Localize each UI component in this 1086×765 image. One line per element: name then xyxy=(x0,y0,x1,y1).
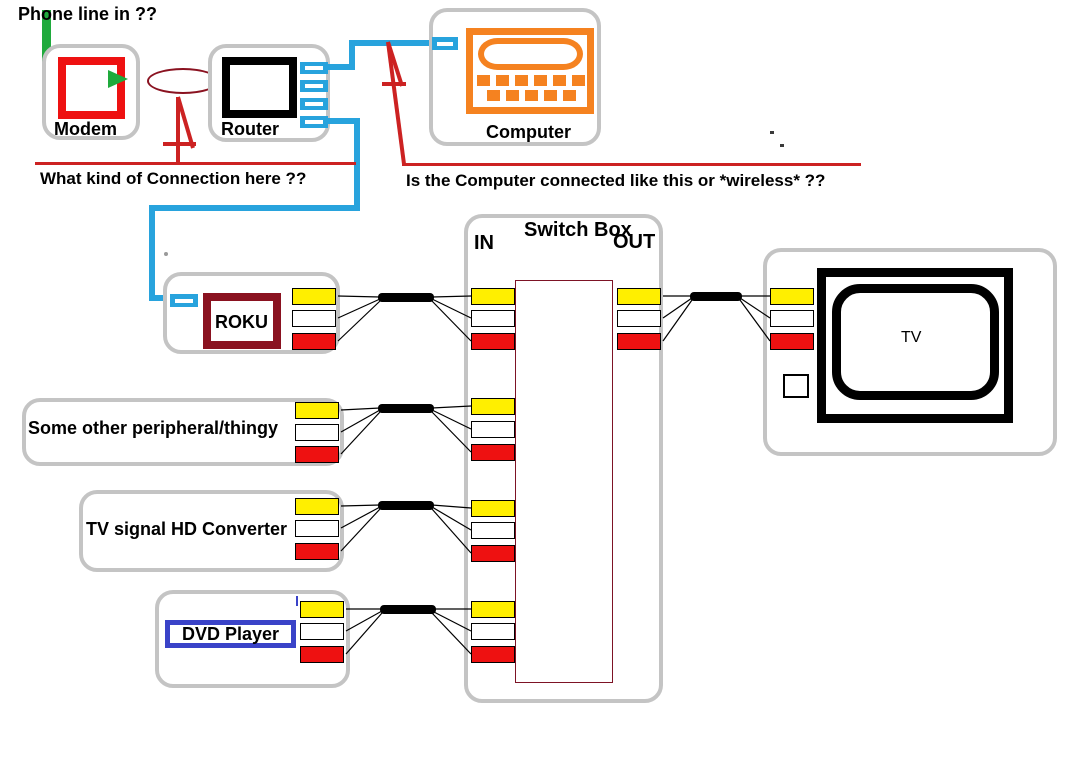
converter-jack-red[interactable] xyxy=(295,543,339,560)
switch-box-in-label: IN xyxy=(474,232,494,254)
ethernet-router-to-computer-seg3 xyxy=(349,40,439,46)
modem-label: Modem xyxy=(54,119,117,139)
av-strand xyxy=(345,610,383,632)
speck-mark xyxy=(164,252,168,256)
roku-ethernet-port[interactable] xyxy=(170,294,198,307)
peripheral-jack-white[interactable] xyxy=(295,424,339,441)
switch-box-inner-panel xyxy=(515,280,613,683)
phone-line-label: Phone line in ?? xyxy=(18,4,157,24)
computer-key xyxy=(477,75,490,86)
av-strand xyxy=(662,297,693,319)
computer-key xyxy=(496,75,509,86)
av-strand xyxy=(345,612,383,655)
roku-jack-white[interactable] xyxy=(292,310,336,327)
av-strand xyxy=(340,407,381,411)
av-cable-bundle-converter xyxy=(378,501,434,510)
dvd-jack-white[interactable] xyxy=(300,623,344,640)
av-strand xyxy=(340,504,381,507)
router-label: Router xyxy=(221,119,279,139)
computer-key xyxy=(487,90,500,101)
av-strand xyxy=(340,508,381,552)
av-strand xyxy=(340,409,381,433)
av-cable-bundle-peripheral xyxy=(378,404,434,413)
switch-in2-jack-white[interactable] xyxy=(471,421,515,438)
tv-power-indicator xyxy=(783,374,809,398)
router-port-1[interactable] xyxy=(300,62,328,74)
computer-ethernet-port[interactable] xyxy=(432,37,458,50)
computer-key xyxy=(544,90,557,101)
router-screen xyxy=(222,57,297,118)
speck-mark xyxy=(780,144,784,147)
av-strand xyxy=(340,411,381,455)
speck-mark xyxy=(770,131,774,134)
computer-key xyxy=(572,75,585,86)
computer-key xyxy=(553,75,566,86)
computer-key xyxy=(563,90,576,101)
dvd-label-frame: DVD Player xyxy=(165,620,296,648)
av-strand xyxy=(337,300,381,342)
tv-label: TV xyxy=(901,329,922,346)
switch-box-out-label: OUT xyxy=(613,231,656,253)
modem-screen xyxy=(58,57,125,119)
av-strand xyxy=(340,506,381,529)
av-strand xyxy=(337,295,381,298)
switch-in3-jack-white[interactable] xyxy=(471,522,515,539)
network-av-diagram: Phone line in ?? Modem Router Computer W… xyxy=(0,0,1086,765)
switch-out-jack-white[interactable] xyxy=(617,310,661,327)
switch-out-jack-red[interactable] xyxy=(617,333,661,350)
switch-in3-jack-red[interactable] xyxy=(471,545,515,562)
converter-jack-white[interactable] xyxy=(295,520,339,537)
computer-label: Computer xyxy=(486,122,571,142)
peripheral-label: Some other peripheral/thingy xyxy=(28,418,279,438)
ethernet-router-to-roku-seg4 xyxy=(149,205,155,298)
av-strand xyxy=(337,298,381,319)
computer-screen xyxy=(478,38,583,70)
switch-in2-jack-yellow[interactable] xyxy=(471,398,515,415)
roku-jack-yellow[interactable] xyxy=(292,288,336,305)
dvd-label: DVD Player xyxy=(181,624,280,644)
annotation-underline-computer xyxy=(402,163,861,166)
dvd-jack-yellow[interactable] xyxy=(300,601,344,618)
router-port-3[interactable] xyxy=(300,98,328,110)
computer-key xyxy=(515,75,528,86)
computer-key xyxy=(525,90,538,101)
converter-label: TV signal HD Converter xyxy=(86,519,288,539)
dvd-tick-mark xyxy=(296,596,298,606)
peripheral-jack-yellow[interactable] xyxy=(295,402,339,419)
tv-jack-red[interactable] xyxy=(770,333,814,350)
switch-in2-jack-red[interactable] xyxy=(471,444,515,461)
router-port-4[interactable] xyxy=(300,116,328,128)
annotation-arrow-computer xyxy=(382,41,406,165)
switch-in4-jack-white[interactable] xyxy=(471,623,515,640)
av-cable-bundle-dvd xyxy=(380,605,436,614)
tv-jack-white[interactable] xyxy=(770,310,814,327)
computer-key xyxy=(506,90,519,101)
router-port-2[interactable] xyxy=(300,80,328,92)
switch-in4-jack-yellow[interactable] xyxy=(471,601,515,618)
annotation-computer-question: Is the Computer connected like this or *… xyxy=(406,171,826,190)
peripheral-jack-red[interactable] xyxy=(295,446,339,463)
av-cable-bundle-roku xyxy=(378,293,434,302)
switch-in3-jack-yellow[interactable] xyxy=(471,500,515,517)
switch-in1-jack-yellow[interactable] xyxy=(471,288,515,305)
switch-in1-jack-red[interactable] xyxy=(471,333,515,350)
computer-key xyxy=(534,75,547,86)
annotation-arrow-connection xyxy=(163,96,196,163)
tv-jack-yellow[interactable] xyxy=(770,288,814,305)
av-strand xyxy=(662,299,693,342)
dvd-jack-red[interactable] xyxy=(300,646,344,663)
switch-in1-jack-white[interactable] xyxy=(471,310,515,327)
ethernet-router-to-roku-seg3 xyxy=(149,205,360,211)
annotation-connection-question: What kind of Connection here ?? xyxy=(40,169,307,188)
switch-out-jack-yellow[interactable] xyxy=(617,288,661,305)
converter-jack-yellow[interactable] xyxy=(295,498,339,515)
roku-label: ROKU xyxy=(215,312,268,332)
av-cable-bundle-tv xyxy=(690,292,742,301)
annotation-underline-connection xyxy=(35,162,356,165)
roku-jack-red[interactable] xyxy=(292,333,336,350)
switch-in4-jack-red[interactable] xyxy=(471,646,515,663)
